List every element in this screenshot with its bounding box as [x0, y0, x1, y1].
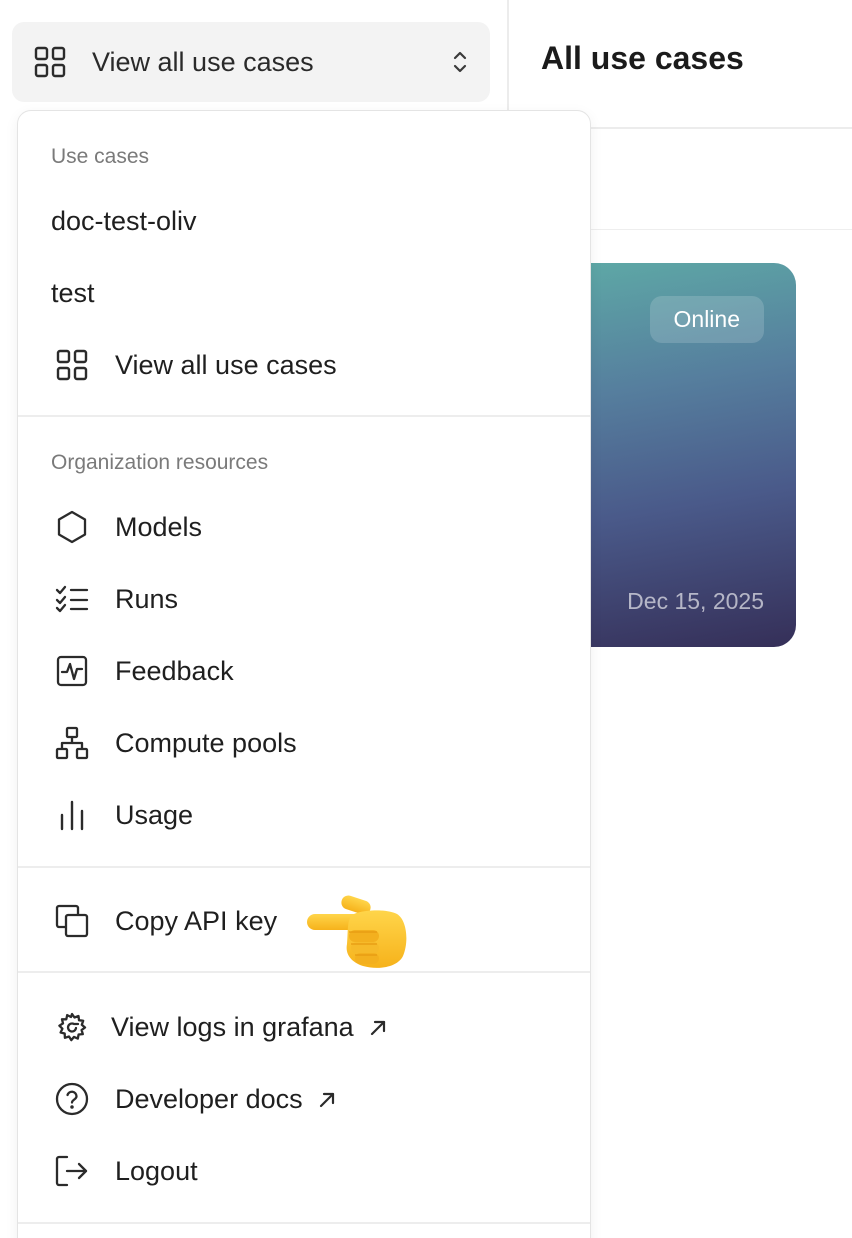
card-date: Dec 15, 2025: [627, 588, 764, 614]
page: View all use cases All use cases Online …: [0, 0, 852, 1238]
menu-item-copy-api-key[interactable]: Copy API key: [18, 889, 590, 953]
page-title: All use cases: [541, 40, 744, 76]
menu-item-label: Usage: [115, 799, 194, 830]
menu-item-logout[interactable]: Logout: [18, 1139, 590, 1203]
menu-item-compute-pools[interactable]: Compute pools: [18, 711, 590, 775]
menu-item-label: Feedback: [115, 655, 234, 686]
menu-item-view-all-use-cases[interactable]: View all use cases: [18, 333, 590, 397]
menu-item-label: test: [51, 277, 95, 308]
copy-icon: [54, 903, 90, 939]
use-case-card[interactable]: Online Dec 15, 2025: [560, 263, 796, 647]
pointing-hand-icon: [305, 890, 409, 970]
grid-icon: [54, 347, 90, 383]
menu-item-usage[interactable]: Usage: [18, 783, 590, 847]
menu-item-developer-docs[interactable]: Developer docs: [18, 1067, 590, 1131]
menu-item-label: Developer docs: [115, 1084, 337, 1115]
grid-icon: [34, 46, 66, 78]
external-link-icon: [317, 1090, 337, 1110]
header-divider-vertical: [507, 0, 509, 128]
menu-item-feedback[interactable]: Feedback: [18, 639, 590, 703]
menu-item-label: Runs: [115, 583, 179, 614]
menu-item-doc-test-oliv[interactable]: doc-test-oliv: [18, 189, 590, 253]
menu-item-label: Models: [115, 511, 203, 542]
section-title-use-cases: Use cases: [51, 145, 150, 168]
chevron-up-down-icon: [448, 49, 472, 75]
menu-item-label: View all use cases: [115, 349, 337, 380]
menu-item-view-logs-grafana[interactable]: View logs in grafana: [18, 995, 590, 1059]
activity-icon: [54, 653, 90, 689]
menu-separator: [18, 971, 590, 973]
menu-item-test[interactable]: test: [18, 261, 590, 325]
menu-item-runs[interactable]: Runs: [18, 567, 590, 631]
menu-item-label: Logout: [115, 1155, 198, 1186]
use-case-dropdown-menu: Use cases doc-test-oliv test View all us…: [17, 110, 591, 1238]
link-label: View logs in grafana: [111, 1011, 354, 1042]
grafana-icon: [54, 1009, 90, 1045]
external-link-icon: [368, 1018, 388, 1038]
menu-separator: [18, 1222, 590, 1224]
menu-separator: [18, 415, 590, 417]
checklist-icon: [54, 581, 90, 617]
menu-item-label: Compute pools: [115, 727, 297, 758]
logout-icon: [54, 1153, 90, 1189]
section-title-organization-resources: Organization resources: [51, 451, 269, 474]
menu-item-label: Copy API key: [115, 905, 278, 936]
hierarchy-icon: [54, 725, 90, 761]
selector-label: View all use cases: [92, 46, 314, 77]
menu-separator: [18, 866, 590, 868]
toolbar-divider: [590, 229, 852, 230]
menu-item-label: doc-test-oliv: [51, 205, 197, 236]
menu-item-label: View logs in grafana: [111, 1012, 388, 1043]
hexagon-icon: [54, 509, 90, 545]
use-case-selector[interactable]: View all use cases: [12, 22, 490, 102]
link-label: Developer docs: [115, 1083, 303, 1114]
status-badge: Online: [649, 296, 764, 343]
bar-chart-icon: [54, 797, 90, 833]
help-circle-icon: [54, 1081, 90, 1117]
menu-item-models[interactable]: Models: [18, 495, 590, 559]
